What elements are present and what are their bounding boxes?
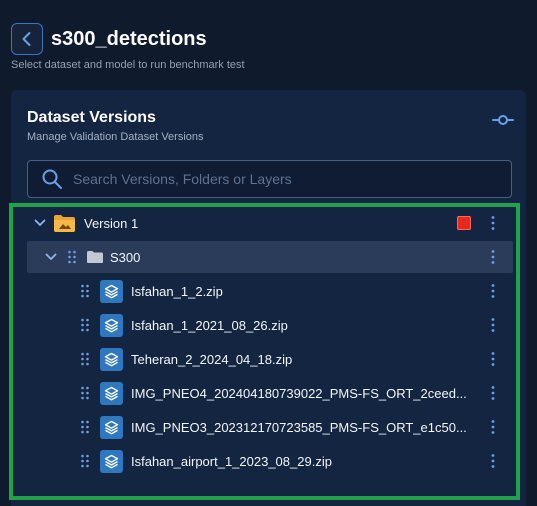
more-options-icon[interactable] [485,317,501,333]
more-options-icon[interactable] [485,385,501,401]
more-options-icon[interactable] [485,215,501,231]
more-options-icon[interactable] [485,249,501,265]
file-label: Isfahan_1_2021_08_26.zip [131,317,288,333]
file-label: IMG_PNEO3_202312170723585_PMS-FS_ORT_e1c… [131,419,467,435]
file-label: Teheran_2_2024_04_18.zip [131,351,293,367]
layers-icon [100,415,123,439]
chevron-down-icon[interactable] [44,250,58,264]
layers-icon [100,279,123,303]
tree-row-file[interactable]: Isfahan_1_2021_08_26.zip [27,309,513,341]
panel-subtitle: Manage Validation Dataset Versions [27,131,204,143]
file-label: Isfahan_airport_1_2023_08_29.zip [131,453,332,469]
folder-icon [86,250,104,264]
search-box [27,160,512,198]
more-options-icon[interactable] [485,419,501,435]
folder-label: S300 [110,249,141,265]
layers-icon [100,381,123,405]
chevron-down-icon[interactable] [33,216,47,230]
version-label: Version 1 [84,215,139,231]
drag-handle-icon[interactable] [80,284,90,298]
folder-image-icon [53,213,76,233]
commit-icon[interactable] [492,110,514,130]
page-title: s300_detections [51,28,207,50]
drag-handle-icon[interactable] [80,352,90,366]
more-options-icon[interactable] [485,283,501,299]
layers-icon [100,347,123,371]
tree-row-file[interactable]: Isfahan_airport_1_2023_08_29.zip [27,445,513,477]
chevron-left-icon [22,32,31,46]
tree-row-folder[interactable]: S300 [27,241,513,273]
search-input[interactable] [73,161,511,197]
drag-handle-icon[interactable] [67,250,77,264]
drag-handle-icon[interactable] [80,318,90,332]
tree-row-file[interactable]: IMG_PNEO3_202312170723585_PMS-FS_ORT_e1c… [27,411,513,443]
drag-handle-icon[interactable] [80,386,90,400]
drag-handle-icon[interactable] [80,420,90,434]
tree-row-version[interactable]: Version 1 [27,207,513,239]
more-options-icon[interactable] [485,453,501,469]
drag-handle-icon[interactable] [80,454,90,468]
tree-row-file[interactable]: Isfahan_1_2.zip [27,275,513,307]
page-subtitle: Select dataset and model to run benchmar… [11,59,245,71]
file-label: Isfahan_1_2.zip [131,283,223,299]
back-button[interactable] [11,23,43,55]
tree-row-file[interactable]: Teheran_2_2024_04_18.zip [27,343,513,375]
search-icon [41,168,63,190]
layers-icon [100,313,123,337]
status-indicator [457,216,471,230]
more-options-icon[interactable] [485,351,501,367]
panel-title: Dataset Versions [27,109,156,126]
file-label: IMG_PNEO4_202404180739022_PMS-FS_ORT_2ce… [131,385,467,401]
tree-row-file[interactable]: IMG_PNEO4_202404180739022_PMS-FS_ORT_2ce… [27,377,513,409]
layers-icon [100,449,123,473]
